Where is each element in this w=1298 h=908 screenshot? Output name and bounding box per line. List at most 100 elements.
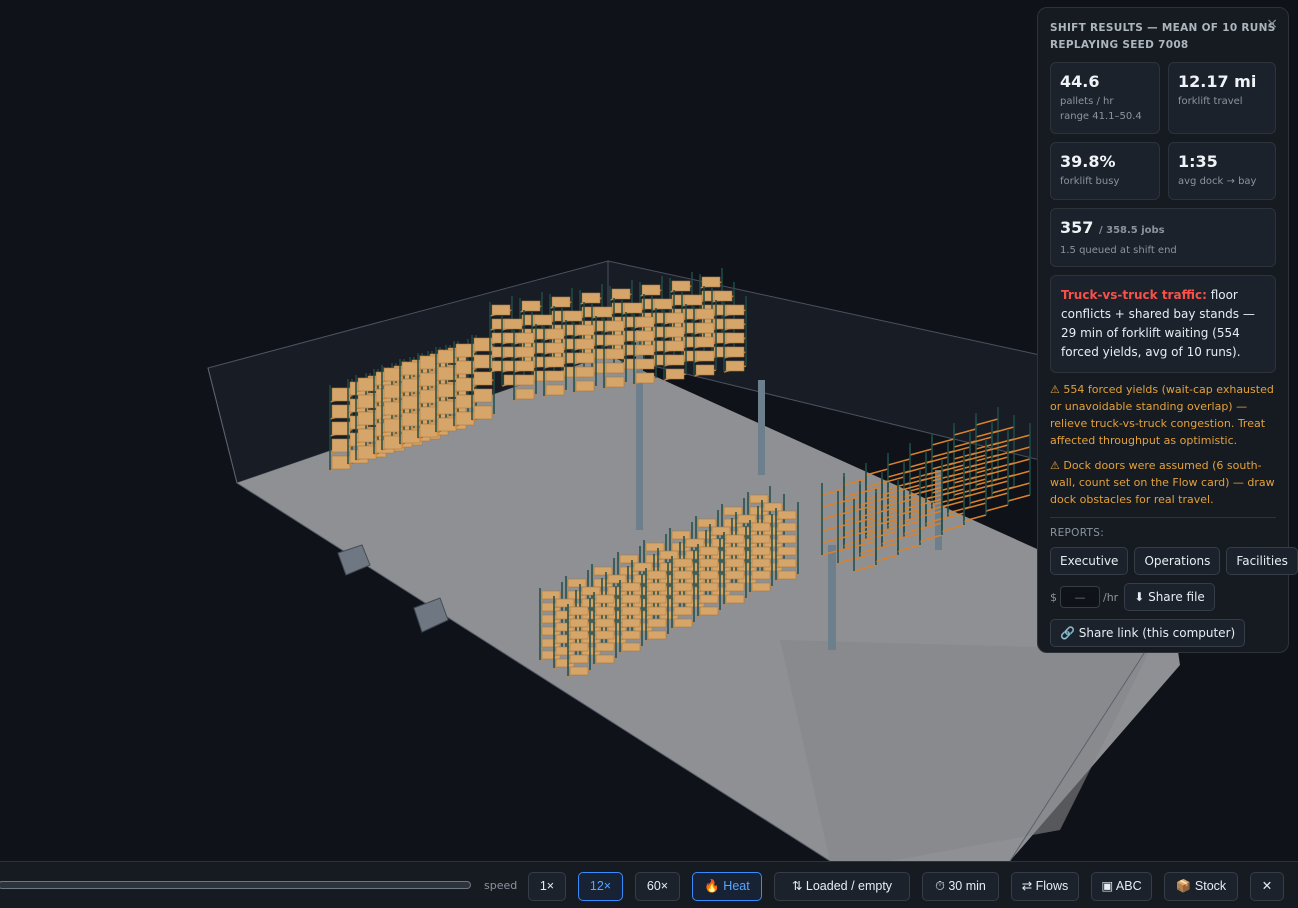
- speed-60x-button[interactable]: 60×: [635, 872, 680, 901]
- stat-forklift-travel: 12.17 mi forklift travel: [1168, 62, 1276, 134]
- pallet-box: [503, 318, 523, 330]
- pallet-box: [545, 328, 565, 340]
- pallet-box: [683, 294, 703, 306]
- speed-1x-button[interactable]: 1×: [528, 872, 566, 901]
- stat-label: forklift busy: [1060, 176, 1120, 187]
- pallet-box: [725, 546, 745, 556]
- support-column: [935, 470, 942, 550]
- pallet-box: [695, 322, 715, 334]
- rack-beam: [1007, 470, 1031, 478]
- stat-jobs-total: / 358.5 jobs: [1098, 225, 1165, 236]
- pallet-box: [621, 582, 641, 592]
- pallet-box: [725, 534, 745, 544]
- pallet-box: [751, 558, 771, 568]
- warning-dock-doors: ⚠ Dock doors were assumed (6 south-wall,…: [1050, 459, 1275, 506]
- pallet-box: [725, 594, 745, 604]
- pallet-box: [723, 506, 743, 516]
- stat-range: range 41.1–50.4: [1060, 111, 1142, 122]
- hourly-rate-input[interactable]: [1060, 586, 1100, 608]
- pallet-box: [701, 276, 721, 288]
- close-toolbar-button[interactable]: ✕: [1250, 872, 1284, 901]
- warning-forced-yields: ⚠ 554 forced yields (wait-cap exhausted …: [1050, 383, 1274, 447]
- pallet-box: [545, 356, 565, 368]
- pallet-box: [751, 582, 771, 592]
- pallet-box: [697, 518, 717, 528]
- pallet-box: [605, 334, 625, 346]
- pallet-box: [751, 546, 771, 556]
- playback-toolbar: speed 1× 12× 60× 🔥 Heat ⇅ Loaded / empty…: [0, 861, 1298, 908]
- pallet-box: [607, 574, 627, 584]
- duration-button[interactable]: ⏱ 30 min: [922, 872, 999, 901]
- pallet-box: [699, 606, 719, 616]
- rack-beam: [985, 504, 1009, 512]
- timeline-scrubber[interactable]: [0, 881, 471, 889]
- stat-jobs: 357 / 358.5 jobs 1.5 queued at shift end: [1050, 208, 1276, 267]
- pallet-box: [777, 558, 797, 568]
- pallet-box: [647, 582, 667, 592]
- pallet-box: [635, 316, 655, 328]
- pallet-box: [515, 374, 535, 386]
- pallet-box: [647, 570, 667, 580]
- pallet-box: [673, 594, 693, 604]
- facilities-report-button[interactable]: Facilities: [1226, 547, 1298, 575]
- report-buttons: Executive Operations Facilities: [1050, 547, 1298, 575]
- share-link-button[interactable]: 🔗 Share link (this computer): [1050, 619, 1246, 647]
- stat-forklift-busy: 39.8% forklift busy: [1050, 142, 1160, 200]
- share-file-button[interactable]: ⬇ Share file: [1124, 583, 1215, 611]
- pallet-box: [695, 350, 715, 362]
- pallet-box: [595, 606, 615, 616]
- speed-12x-button[interactable]: 12×: [578, 872, 623, 901]
- pallet-box: [695, 336, 715, 348]
- flows-toggle-button[interactable]: ⇄ Flows: [1011, 872, 1079, 901]
- pallet-box: [575, 366, 595, 378]
- pallet-box: [595, 654, 615, 664]
- pallet-box: [635, 372, 655, 384]
- abc-toggle-button[interactable]: ▣ ABC: [1091, 872, 1152, 901]
- stock-toggle-button[interactable]: 📦 Stock: [1164, 872, 1238, 901]
- pallet-box: [635, 344, 655, 356]
- stat-pallets-per-hour: 44.6 pallets / hr range 41.1–50.4: [1050, 62, 1160, 134]
- pallet-box: [725, 346, 745, 358]
- pallet-box: [699, 558, 719, 568]
- pallet-box: [605, 362, 625, 374]
- pallet-box: [699, 594, 719, 604]
- pallet-box: [515, 388, 535, 400]
- heat-toggle-button[interactable]: 🔥 Heat: [692, 872, 762, 901]
- pallet-box: [671, 280, 691, 292]
- pallet-box: [633, 562, 653, 572]
- pallet-box: [725, 360, 745, 372]
- pallet-box: [673, 570, 693, 580]
- stat-avg-dock-to-bay: 1:35 avg dock → bay: [1168, 142, 1276, 200]
- panel-close-icon[interactable]: ×: [1266, 16, 1278, 32]
- pallet-box: [611, 288, 631, 300]
- pallet-box: [621, 642, 641, 652]
- pallet-box: [647, 594, 667, 604]
- pallet-box: [569, 654, 589, 664]
- support-column: [828, 545, 836, 650]
- pallet-box: [665, 368, 685, 380]
- pallet-box: [711, 526, 731, 536]
- pallet-box: [673, 606, 693, 616]
- pallet-box: [569, 666, 589, 676]
- rack-beam: [925, 456, 949, 464]
- stat-label: pallets / hr: [1060, 96, 1114, 107]
- support-column: [758, 380, 765, 475]
- pallet-box: [665, 354, 685, 366]
- pallet-box: [645, 542, 665, 552]
- pallet-box: [595, 618, 615, 628]
- loaded-empty-toggle-button[interactable]: ⇅ Loaded / empty: [774, 872, 910, 901]
- shift-results-panel: × SHIFT RESULTS — MEAN OF 10 RUNS REPLAY…: [1037, 7, 1298, 653]
- pallet-box: [621, 630, 641, 640]
- pallet-box: [621, 594, 641, 604]
- pallet-box: [593, 566, 613, 576]
- executive-report-button[interactable]: Executive: [1050, 547, 1129, 575]
- stats-grid: 44.6 pallets / hr range 41.1–50.4 12.17 …: [1050, 62, 1276, 267]
- pallet-box: [725, 318, 745, 330]
- rate-prefix: $: [1050, 590, 1057, 604]
- stat-value: 357: [1060, 218, 1094, 237]
- pallet-box: [473, 405, 493, 420]
- pallet-box: [777, 522, 797, 532]
- pallet-box: [515, 332, 535, 344]
- operations-report-button[interactable]: Operations: [1134, 547, 1221, 575]
- stat-jobs-row: 357 / 358.5 jobs: [1060, 218, 1266, 241]
